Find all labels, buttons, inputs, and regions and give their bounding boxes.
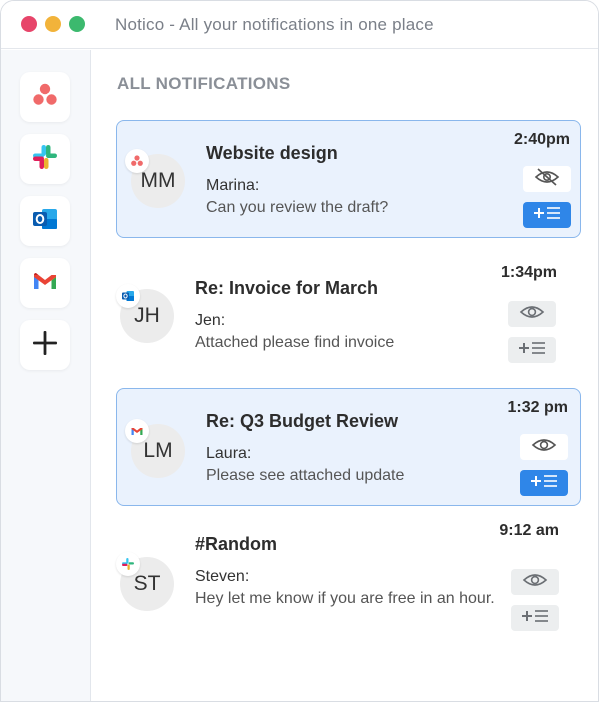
notification-subject: Re: Q3 Budget Review (206, 411, 399, 431)
window-title: Notico - All your notifications in one p… (115, 15, 434, 34)
add-to-list-button[interactable] (511, 605, 559, 631)
add-to-list-button[interactable] (520, 470, 568, 496)
notification-subject: Website design (206, 143, 338, 163)
sidebar (1, 50, 91, 701)
add-list-icon (518, 340, 546, 361)
sidebar-item-asana[interactable] (20, 72, 70, 122)
eye-icon (519, 303, 545, 326)
notification-sender: Laura: (206, 445, 252, 462)
hide-notification-button[interactable] (523, 166, 571, 192)
notification-sender: Steven: (195, 568, 250, 585)
hide-notification-button[interactable] (520, 434, 568, 460)
notification-subject: Re: Invoice for March (195, 278, 379, 298)
add-to-list-button[interactable] (523, 202, 571, 228)
notification-card[interactable]: MM Website design Marina: Can you review… (116, 120, 581, 238)
asana-icon (31, 81, 59, 114)
add-list-icon (533, 205, 561, 226)
notification-time: 1:32 pm (507, 399, 568, 416)
page-title: ALL NOTIFICATIONS (117, 74, 291, 93)
sidebar-item-slack[interactable] (20, 134, 70, 184)
minimize-window-button[interactable] (45, 16, 61, 32)
add-app-button[interactable] (20, 320, 70, 370)
notification-message: Please see attached update (206, 467, 405, 484)
hide-notification-button[interactable] (508, 301, 556, 327)
add-to-list-button[interactable] (508, 337, 556, 363)
gmail-icon (125, 419, 149, 443)
slack-icon (116, 552, 140, 576)
gmail-icon (31, 267, 59, 300)
notification-sender: Jen: (195, 312, 226, 329)
asana-icon (125, 149, 149, 173)
notification-card[interactable]: JH Re: Invoice for March Jen: Attached p… (116, 254, 581, 372)
eye-icon (531, 436, 557, 459)
maximize-window-button[interactable] (69, 16, 85, 32)
close-window-button[interactable] (21, 16, 37, 32)
outlook-icon (31, 205, 59, 238)
eye-icon (522, 571, 548, 594)
notification-message: Attached please find invoice (195, 334, 395, 351)
notification-time: 9:12 am (499, 522, 559, 539)
hide-notification-button[interactable] (511, 569, 559, 595)
add-list-icon (521, 608, 549, 629)
notification-subject: #Random (195, 534, 278, 554)
notification-card[interactable]: LM Re: Q3 Budget Review Laura: Please se… (116, 388, 581, 506)
sidebar-item-gmail[interactable] (20, 258, 70, 308)
notification-time: 2:40pm (513, 131, 570, 148)
app-window: Notico - All your notifications in one p… (0, 0, 599, 702)
notification-message: Hey let me know if you are free in an ho… (195, 590, 495, 607)
eye-off-icon (534, 167, 560, 191)
notification-card[interactable]: ST #Random Steven: Hey let me know if yo… (116, 522, 581, 662)
title-bar: Notico - All your notifications in one p… (1, 1, 598, 49)
plus-icon (31, 329, 59, 362)
sidebar-item-outlook[interactable] (20, 196, 70, 246)
notification-message: Can you review the draft? (206, 199, 389, 216)
notification-sender: Marina: (206, 177, 260, 194)
slack-icon (31, 143, 59, 176)
add-list-icon (530, 473, 558, 494)
notification-time: 1:34pm (500, 264, 557, 281)
outlook-icon (116, 284, 140, 308)
notifications-panel: ALL NOTIFICATIONS MM Website design Mari… (92, 50, 598, 701)
